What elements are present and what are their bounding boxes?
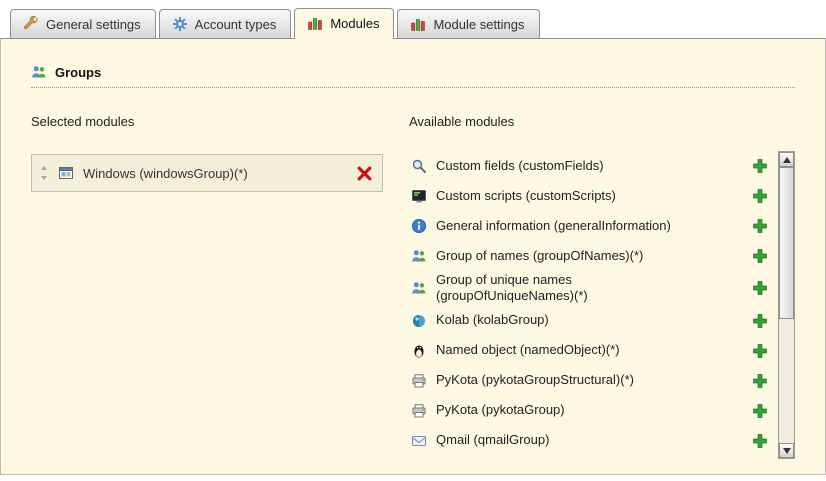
add-module-button[interactable]	[752, 433, 768, 449]
info-icon	[411, 218, 427, 234]
group-icon	[31, 64, 47, 80]
groups-section-heading: Groups	[31, 64, 795, 88]
scroll-down-button[interactable]	[779, 443, 794, 458]
available-module-label: Group of unique names (groupOfUniqueName…	[436, 272, 698, 305]
drag-handle[interactable]	[39, 165, 49, 181]
modules-icon	[410, 16, 426, 32]
available-modules-list: Custom fields (customFields) Custom scri…	[409, 151, 772, 456]
available-module-row: Custom scripts (customScripts)	[409, 181, 772, 211]
gears-icon	[172, 16, 188, 32]
available-module-label: PyKota (pykotaGroup)	[436, 402, 698, 418]
scrollbar-thumb[interactable]	[779, 167, 794, 319]
available-module-row: Qmail (qmailGroup)	[409, 426, 772, 456]
tab-module-settings[interactable]: Module settings	[397, 9, 539, 38]
add-module-button[interactable]	[752, 280, 768, 296]
modules-columns: Selected modules Windows (windowsGroup)(…	[1, 88, 825, 459]
magnifier-icon	[411, 158, 427, 174]
printer-icon	[411, 373, 427, 389]
lam-configuration-page: General settings Account types Modules M…	[0, 0, 826, 481]
add-module-button[interactable]	[752, 158, 768, 174]
tab-label: Module settings	[433, 17, 524, 32]
available-module-label: Group of names (groupOfNames)(*)	[436, 248, 698, 264]
available-modules-area: Custom fields (customFields) Custom scri…	[409, 151, 795, 459]
available-module-row: Group of names (groupOfNames)(*)	[409, 241, 772, 271]
selected-modules-heading: Selected modules	[31, 114, 409, 129]
available-module-row: PyKota (pykotaGroupStructural)(*)	[409, 366, 772, 396]
tab-bar: General settings Account types Modules M…	[0, 0, 826, 38]
add-module-button[interactable]	[752, 313, 768, 329]
add-module-button[interactable]	[752, 343, 768, 359]
add-module-button[interactable]	[752, 218, 768, 234]
available-modules-heading: Available modules	[409, 114, 795, 129]
penguin-icon	[411, 343, 427, 359]
tab-general-settings[interactable]: General settings	[10, 9, 156, 38]
group-icon	[411, 280, 427, 296]
available-module-label: Named object (namedObject)(*)	[436, 342, 698, 358]
available-module-row: General information (generalInformation)	[409, 211, 772, 241]
available-module-row: Group of unique names (groupOfUniqueName…	[409, 271, 772, 306]
available-module-label: Qmail (qmailGroup)	[436, 432, 698, 448]
tab-label: Account types	[195, 17, 277, 32]
scrollbar[interactable]	[778, 151, 795, 459]
selected-modules-column: Selected modules Windows (windowsGroup)(…	[31, 88, 409, 459]
windows-module-icon	[58, 165, 74, 181]
content-panel: Groups Selected modules Windows (windows…	[0, 38, 826, 475]
available-module-label: PyKota (pykotaGroupStructural)(*)	[436, 372, 698, 388]
scroll-up-button[interactable]	[779, 152, 794, 167]
available-module-label: Kolab (kolabGroup)	[436, 312, 698, 328]
remove-module-button[interactable]	[356, 165, 373, 182]
screen-icon	[411, 188, 427, 204]
add-module-button[interactable]	[752, 373, 768, 389]
wrench-icon	[23, 16, 39, 32]
group-icon	[411, 248, 427, 264]
available-module-row: Custom fields (customFields)	[409, 151, 772, 181]
available-module-label: Custom scripts (customScripts)	[436, 188, 698, 204]
selected-module-row: Windows (windowsGroup)(*)	[31, 154, 383, 192]
add-module-button[interactable]	[752, 188, 768, 204]
available-module-row: PyKota (pykotaGroup)	[409, 396, 772, 426]
section-title: Groups	[55, 65, 101, 80]
available-modules-column: Available modules Custom fields (customF…	[409, 88, 795, 459]
add-module-button[interactable]	[752, 248, 768, 264]
envelope-icon	[411, 433, 427, 449]
available-module-row: Named object (namedObject)(*)	[409, 336, 772, 366]
available-module-label: General information (generalInformation)	[436, 218, 698, 234]
tab-label: General settings	[46, 17, 141, 32]
add-module-button[interactable]	[752, 403, 768, 419]
tab-modules[interactable]: Modules	[294, 8, 394, 39]
selected-module-label: Windows (windowsGroup)(*)	[83, 166, 347, 181]
selected-modules-list: Windows (windowsGroup)(*)	[31, 154, 409, 192]
printer-icon	[411, 403, 427, 419]
kolab-icon	[411, 313, 427, 329]
tab-account-types[interactable]: Account types	[159, 9, 292, 38]
modules-icon	[307, 15, 323, 31]
available-module-row: Kolab (kolabGroup)	[409, 306, 772, 336]
tab-label: Modules	[330, 16, 379, 31]
available-module-label: Custom fields (customFields)	[436, 158, 698, 174]
